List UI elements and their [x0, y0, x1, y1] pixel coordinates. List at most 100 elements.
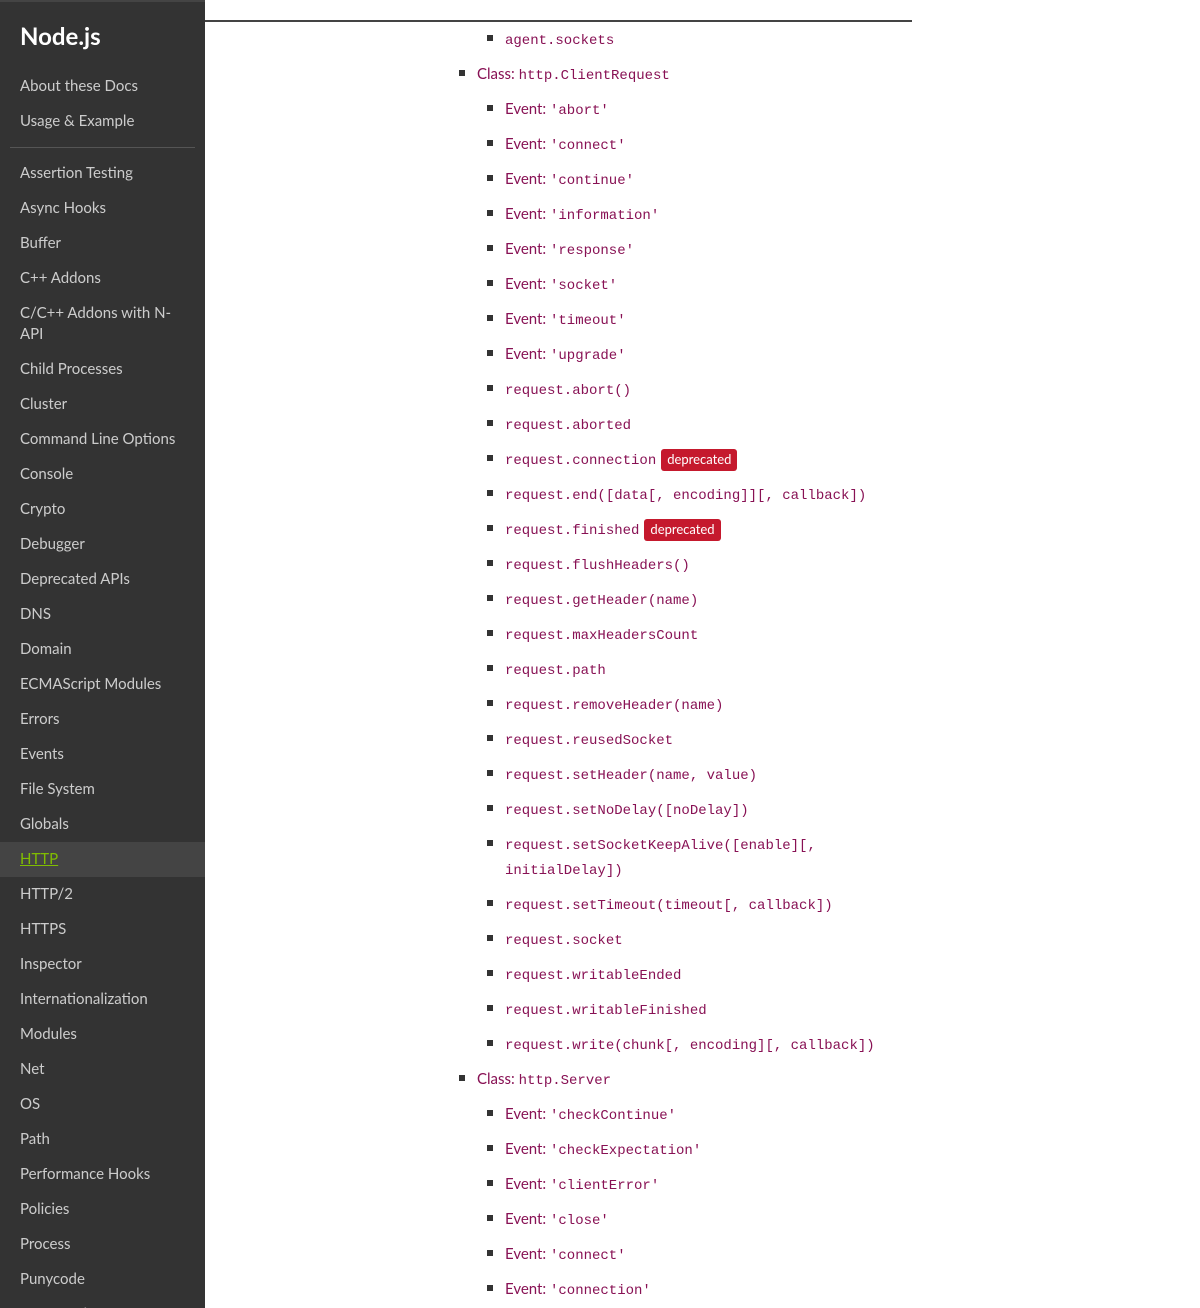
toc-link[interactable]: Event: 'information' — [505, 205, 659, 223]
sidebar-item[interactable]: OS — [0, 1087, 205, 1122]
toc-link-prefix: Class: — [477, 65, 519, 83]
toc-link-prefix: Event: — [505, 1245, 550, 1263]
sidebar-item[interactable]: Crypto — [0, 492, 205, 527]
toc-link[interactable]: request.removeHeader(name) — [505, 695, 723, 713]
toc-link[interactable]: Event: 'response' — [505, 240, 634, 258]
sidebar-item[interactable]: About these Docs — [0, 69, 205, 104]
toc-link[interactable]: Event: 'clientError' — [505, 1175, 659, 1193]
toc-item: Event: 'connect' — [505, 1237, 912, 1272]
toc-link[interactable]: Event: 'abort' — [505, 100, 609, 118]
toc-link[interactable]: request.setHeader(name, value) — [505, 765, 757, 783]
sidebar-item[interactable]: Path — [0, 1122, 205, 1157]
toc-link[interactable]: request.write(chunk[, encoding][, callba… — [505, 1035, 875, 1053]
toc-link[interactable]: Event: 'timeout' — [505, 310, 626, 328]
toc-link[interactable]: request.socket — [505, 930, 623, 948]
sidebar-item[interactable]: Deprecated APIs — [0, 562, 205, 597]
sidebar-item[interactable]: Inspector — [0, 947, 205, 982]
sidebar-item[interactable]: File System — [0, 772, 205, 807]
toc-link[interactable]: Event: 'checkContinue' — [505, 1105, 676, 1123]
toc-section: Class: http.Server — [477, 1062, 912, 1097]
toc-link[interactable]: Event: 'connect' — [505, 1245, 626, 1263]
toc-link[interactable]: request.maxHeadersCount — [505, 625, 698, 643]
toc-item: Event: 'connection' — [505, 1272, 912, 1307]
sidebar-item[interactable]: Cluster — [0, 387, 205, 422]
sidebar-item[interactable]: Async Hooks — [0, 191, 205, 226]
sidebar-item[interactable]: Performance Hooks — [0, 1157, 205, 1192]
toc-link[interactable]: request.end([data[, encoding]][, callbac… — [505, 485, 866, 503]
sidebar-item[interactable]: Globals — [0, 807, 205, 842]
toc-link[interactable]: request.connection — [505, 450, 656, 468]
toc-link[interactable]: Event: 'close' — [505, 1210, 609, 1228]
sidebar-item[interactable]: HTTP/2 — [0, 877, 205, 912]
sidebar-item[interactable]: Net — [0, 1052, 205, 1087]
toc-link[interactable]: request.flushHeaders() — [505, 555, 690, 573]
sidebar-item[interactable]: Buffer — [0, 226, 205, 261]
toc-link[interactable]: request.setTimeout(timeout[, callback]) — [505, 895, 833, 913]
toc-link[interactable]: request.writableEnded — [505, 965, 681, 983]
sidebar-item[interactable]: Domain — [0, 632, 205, 667]
toc-link-code: 'checkExpectation' — [550, 1143, 701, 1159]
toc-link[interactable]: Event: 'upgrade' — [505, 345, 626, 363]
toc-link-code: 'response' — [550, 243, 634, 259]
sidebar-item[interactable]: Events — [0, 737, 205, 772]
sidebar-item[interactable]: Assertion Testing — [0, 156, 205, 191]
toc-link[interactable]: request.setSocketKeepAlive([enable][, in… — [505, 835, 816, 878]
toc-link[interactable]: request.aborted — [505, 415, 631, 433]
sidebar-item[interactable]: C/C++ Addons with N-API — [0, 296, 205, 352]
toc-item: Event: 'response' — [505, 232, 912, 267]
toc-link[interactable]: Class: http.ClientRequest — [477, 65, 670, 83]
toc-link[interactable]: Event: 'socket' — [505, 275, 617, 293]
toc-link[interactable]: request.finished — [505, 520, 639, 538]
deprecated-badge: deprecated — [661, 449, 737, 471]
toc-link-prefix: Event: — [505, 310, 550, 328]
toc-link[interactable]: request.setNoDelay([noDelay]) — [505, 800, 749, 818]
toc-link-code: 'abort' — [550, 103, 609, 119]
sidebar-item[interactable]: DNS — [0, 597, 205, 632]
sidebar-item[interactable]: Child Processes — [0, 352, 205, 387]
sidebar-item[interactable]: Debugger — [0, 527, 205, 562]
toc-link[interactable]: Event: 'connection' — [505, 1280, 651, 1298]
sidebar-item[interactable]: Errors — [0, 702, 205, 737]
sidebar-item[interactable]: Internationalization — [0, 982, 205, 1017]
toc-link-code: 'checkContinue' — [550, 1108, 676, 1124]
sidebar-item[interactable]: C++ Addons — [0, 261, 205, 296]
toc-link-prefix: Event: — [505, 205, 550, 223]
toc-item: request.setTimeout(timeout[, callback]) — [505, 887, 912, 922]
toc-link[interactable]: request.getHeader(name) — [505, 590, 698, 608]
toc-item: Event: 'continue' — [505, 162, 912, 197]
sidebar-item[interactable]: HTTP — [0, 842, 205, 877]
toc-item: Event: 'timeout' — [505, 302, 912, 337]
toc-link-code: 'continue' — [550, 173, 634, 189]
sidebar-main-section: Assertion TestingAsync HooksBufferC++ Ad… — [0, 156, 205, 1308]
toc-link[interactable]: Event: 'checkExpectation' — [505, 1140, 701, 1158]
toc-link-code: request.setHeader(name, value) — [505, 768, 757, 784]
toc-link[interactable]: request.path — [505, 660, 606, 678]
toc-link-code: http.ClientRequest — [519, 68, 670, 84]
toc-link[interactable]: Class: http.Server — [477, 1070, 611, 1088]
toc-link[interactable]: Event: 'connect' — [505, 135, 626, 153]
sidebar-item[interactable]: Process — [0, 1227, 205, 1262]
toc-link[interactable]: request.reusedSocket — [505, 730, 673, 748]
toc-link[interactable]: request.abort() — [505, 380, 631, 398]
toc-link-prefix: Event: — [505, 1210, 550, 1228]
sidebar-item[interactable]: Policies — [0, 1192, 205, 1227]
toc-link-code: request.removeHeader(name) — [505, 698, 723, 714]
toc-item: request.socket — [505, 922, 912, 957]
toc-link[interactable]: request.writableFinished — [505, 1000, 707, 1018]
sidebar-item[interactable]: Modules — [0, 1017, 205, 1052]
sidebar-item[interactable]: Query Strings — [0, 1297, 205, 1308]
sidebar-item[interactable]: HTTPS — [0, 912, 205, 947]
sidebar-item[interactable]: Command Line Options — [0, 422, 205, 457]
toc-item: Event: 'socket' — [505, 267, 912, 302]
sidebar-item[interactable]: Punycode — [0, 1262, 205, 1297]
sidebar-item[interactable]: ECMAScript Modules — [0, 667, 205, 702]
toc-link-prefix: Event: — [505, 1175, 550, 1193]
toc-item: request.connection deprecated — [505, 442, 912, 477]
toc-link-code: request.abort() — [505, 383, 631, 399]
toc-link-prefix: Class: — [477, 1070, 519, 1088]
sidebar-item[interactable]: Console — [0, 457, 205, 492]
toc-link[interactable]: agent.sockets — [505, 30, 614, 48]
sidebar-item[interactable]: Usage & Example — [0, 104, 205, 139]
toc-link[interactable]: Event: 'continue' — [505, 170, 634, 188]
toc-item: request.writableEnded — [505, 957, 912, 992]
